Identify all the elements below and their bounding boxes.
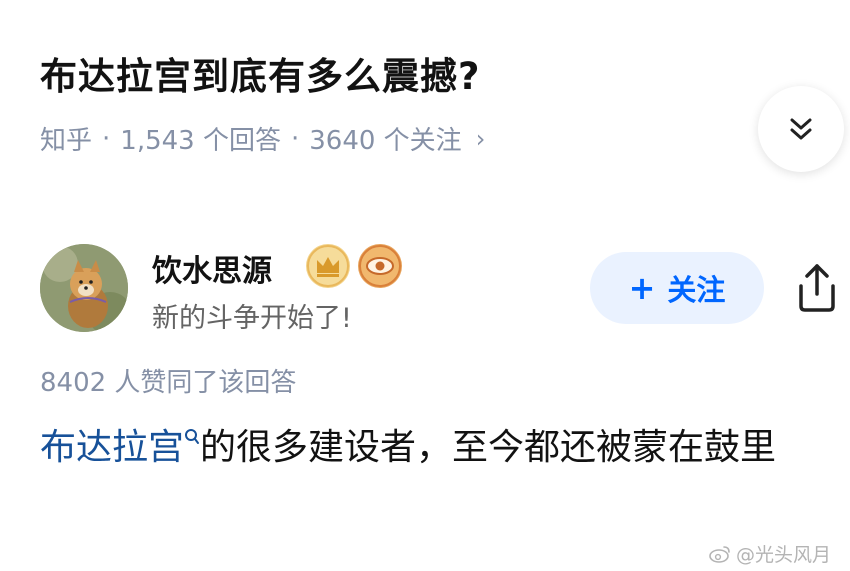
follower-count: 3640 个关注 bbox=[309, 126, 462, 156]
follow-label: 关注 bbox=[667, 273, 726, 307]
avatar[interactable] bbox=[40, 244, 128, 332]
search-icon[interactable] bbox=[184, 428, 200, 448]
dog-avatar-image bbox=[40, 244, 128, 332]
question-title[interactable]: 布达拉宫到底有多么震撼? bbox=[40, 46, 480, 100]
answer-count: 1,543 个回答 bbox=[120, 126, 281, 156]
share-button[interactable] bbox=[792, 260, 842, 316]
author-bio: 新的斗争开始了! bbox=[152, 303, 352, 334]
answer-content[interactable]: 布达拉宫 的很多建设者，至今都还被蒙在鼓里 bbox=[40, 420, 830, 476]
separator-dot: · bbox=[290, 123, 300, 154]
crown-badge-icon[interactable] bbox=[306, 244, 350, 288]
vote-count: 8402 人赞同了该回答 bbox=[40, 368, 297, 398]
collapse-button[interactable] bbox=[758, 86, 844, 172]
eye-badge-icon[interactable] bbox=[358, 244, 402, 288]
source-label: 知乎 bbox=[40, 126, 93, 156]
crown-icon bbox=[307, 245, 349, 287]
share-icon bbox=[799, 264, 835, 312]
author-name[interactable]: 饮水思源 bbox=[152, 246, 272, 290]
eye-icon bbox=[359, 245, 401, 287]
watermark-text: @光头风月 bbox=[736, 544, 832, 566]
follow-button[interactable]: + 关注 bbox=[590, 252, 764, 324]
keyword-link[interactable]: 布达拉宫 bbox=[40, 427, 184, 468]
double-chevron-down-icon bbox=[790, 118, 812, 140]
plus-icon: + bbox=[628, 269, 656, 307]
question-meta[interactable]: 知乎 · 1,543 个回答 · 3640 个关注 › bbox=[40, 120, 485, 157]
weibo-icon bbox=[709, 545, 730, 563]
answer-text: 的很多建设者，至今都还被蒙在鼓里 bbox=[200, 427, 777, 468]
watermark: @光头风月 bbox=[708, 540, 831, 567]
separator-dot: · bbox=[102, 123, 111, 154]
chevron-right-icon: › bbox=[475, 124, 486, 153]
